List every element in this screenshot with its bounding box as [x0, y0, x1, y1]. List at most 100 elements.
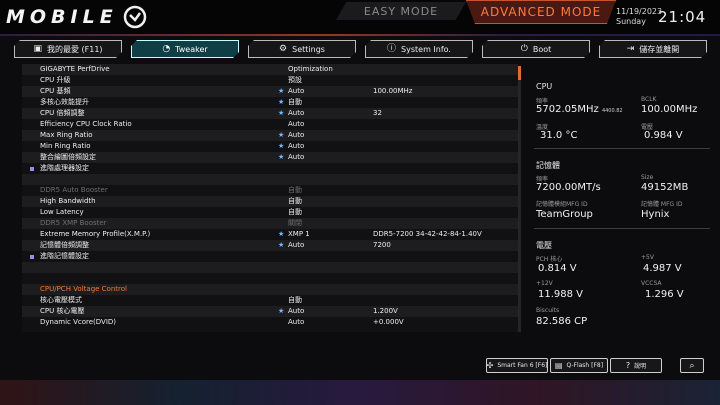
setting-label: 整合繪圖倍頻設定: [40, 153, 96, 161]
clock: 21:04: [658, 8, 707, 26]
bottom-decoration: [0, 380, 720, 405]
memory-freq-value: 7200.00MT/s: [536, 182, 601, 193]
setting-value: 自動: [288, 98, 302, 106]
star-icon: ★: [278, 153, 285, 161]
tab-save-exit[interactable]: ⇥ 儲存並離開: [599, 40, 707, 58]
easy-mode-button[interactable]: EASY MODE: [336, 2, 466, 20]
tab-label: Tweaker: [175, 44, 208, 54]
setting-label: CPU 升級: [40, 76, 71, 84]
setting-value: XMP 1: [288, 230, 310, 238]
setting-row-cpu-upgrade[interactable]: CPU 升級 預設: [22, 75, 518, 86]
section-title: CPU/PCH Voltage Control: [40, 285, 127, 293]
setting-label: Dynamic Vcore(DVID): [40, 318, 117, 326]
smart-fan-button[interactable]: ✣ Smart Fan 6 [F6]: [486, 358, 548, 373]
setting-row-high-bandwidth[interactable]: High Bandwidth 自動: [22, 196, 518, 207]
setting-value: Auto: [288, 307, 305, 315]
star-icon: ★: [278, 142, 285, 150]
exit-icon: ⇥: [626, 43, 635, 54]
setting-current: 1.200V: [373, 307, 398, 315]
setting-row-xmp[interactable]: Extreme Memory Profile(X.M.P.) ★ XMP 1 D…: [22, 229, 518, 240]
plus12v-label: +12V: [536, 280, 553, 287]
main-tabs: ▣ 我的最愛 (F11) ◔ Tweaker ⚙ Settings ⓘ Syst…: [14, 40, 710, 58]
star-icon: ★: [278, 98, 285, 106]
tab-tweaker[interactable]: ◔ Tweaker: [131, 40, 239, 58]
setting-current: 7200: [373, 241, 391, 249]
setting-row-igpu-ratio[interactable]: 整合繪圖倍頻設定 ★ Auto: [22, 152, 518, 163]
tab-settings[interactable]: ⚙ Settings: [248, 40, 356, 58]
setting-current: DDR5-7200 34-42-42-84-1.40V: [373, 230, 482, 238]
top-bar: MOBILE EASY MODE ADVANCED MODE 11/19/202…: [0, 0, 720, 36]
setting-row-perfdrive[interactable]: GIGABYTE PerfDrive Optimization: [22, 64, 518, 75]
setting-label: Min Ring Ratio: [40, 142, 91, 150]
setting-row-dynamic-vcore[interactable]: Dynamic Vcore(DVID) Auto +0.000V: [22, 317, 518, 328]
setting-label: 多核心效能提升: [40, 98, 89, 106]
setting-current: 32: [373, 109, 382, 117]
setting-label: High Bandwidth: [40, 197, 96, 205]
info-divider: [534, 228, 710, 229]
biscuits-value: 82.586 CP: [536, 316, 588, 327]
submenu-advanced-memory[interactable]: 進階記憶體設定: [22, 251, 518, 262]
setting-row-cpu-vcore[interactable]: CPU 核心電壓 ★ Auto 1.200V: [22, 306, 518, 317]
tab-label: 我的最愛 (F11): [46, 44, 103, 54]
setting-row-cpu-ratio[interactable]: CPU 倍頻調整 ★ Auto 32: [22, 108, 518, 119]
cpu-voltage-value: 0.984 V: [644, 130, 683, 141]
setting-row-memory-ratio[interactable]: 記憶體倍頻調整 ★ Auto 7200: [22, 240, 518, 251]
submenu-advanced-cpu[interactable]: 進階處理器設定: [22, 163, 518, 174]
setting-row-blank: [22, 273, 518, 284]
advanced-mode-button[interactable]: ADVANCED MODE: [466, 0, 616, 24]
submenu-bullet-icon: [30, 167, 34, 171]
memory-section-title: 記憶體: [536, 161, 560, 170]
setting-label: 進階記憶體設定: [40, 252, 89, 260]
header-divider: [0, 34, 720, 36]
cpu-section-title: CPU: [536, 82, 553, 91]
flash-icon: ▤: [554, 361, 563, 370]
setting-row-max-ring[interactable]: Max Ring Ratio ★ Auto: [22, 130, 518, 141]
search-icon: ⌕: [689, 360, 695, 371]
tab-system-info[interactable]: ⓘ System Info.: [365, 40, 473, 58]
setting-row-efficiency-clock[interactable]: Efficiency CPU Clock Ratio Auto: [22, 119, 518, 130]
setting-label: CPU 基頻: [40, 87, 71, 95]
bclk-label: BCLK: [641, 96, 657, 103]
setting-value: 自動: [288, 208, 302, 216]
setting-row-vcore-mode[interactable]: 核心電壓模式 自動: [22, 295, 518, 306]
setting-row-low-latency[interactable]: Low Latency 自動: [22, 207, 518, 218]
help-button[interactable]: ? 說明: [610, 358, 662, 373]
setting-row-multicore-enhancement[interactable]: 多核心效能提升 ★ 自動: [22, 97, 518, 108]
star-icon: ★: [278, 241, 285, 249]
setting-value: 預設: [288, 76, 302, 84]
logo-mark-icon: [123, 5, 146, 29]
plus5v-label: +5V: [641, 254, 654, 261]
star-icon: ★: [278, 109, 285, 117]
settings-panel: GIGABYTE PerfDrive Optimization CPU 升級 預…: [22, 64, 518, 332]
search-button[interactable]: ⌕: [680, 358, 704, 373]
memory-size-label: Size: [641, 174, 654, 181]
setting-label: Efficiency CPU Clock Ratio: [40, 120, 132, 128]
tab-boot[interactable]: ⏻ Boot: [482, 40, 590, 58]
qflash-button[interactable]: ▤ Q-Flash [F8]: [550, 358, 608, 373]
tab-favorites[interactable]: ▣ 我的最愛 (F11): [14, 40, 122, 58]
star-icon: ★: [278, 87, 285, 95]
date-text: 11/19/2023: [616, 7, 663, 16]
setting-label: Extreme Memory Profile(X.M.P.): [40, 230, 151, 238]
pch-core-label: PCH 核心: [536, 256, 563, 263]
setting-current: 100.00MHz: [373, 87, 413, 95]
settings-scrollbar-thumb[interactable]: [518, 66, 521, 80]
setting-label: Low Latency: [40, 208, 84, 216]
setting-row-min-ring[interactable]: Min Ring Ratio ★ Auto: [22, 141, 518, 152]
setting-label: CPU 核心電壓: [40, 307, 85, 315]
voltage-section-title: 電壓: [536, 241, 552, 250]
setting-value: Optimization: [288, 65, 333, 73]
date-display: 11/19/2023 Sunday: [616, 7, 662, 27]
setting-row-cpu-base-clock[interactable]: CPU 基頻 ★ Auto 100.00MHz: [22, 86, 518, 97]
star-icon: ★: [278, 230, 285, 238]
setting-label: 進階處理器設定: [40, 164, 89, 172]
tab-label: Settings: [292, 44, 325, 54]
setting-value: Auto: [288, 109, 305, 117]
bclk-value: 100.00MHz: [641, 104, 698, 115]
vccsa-label: VCCSA: [641, 280, 662, 287]
setting-label: DDR5 Auto Booster: [40, 186, 108, 194]
tab-label: 儲存並離開: [639, 44, 680, 54]
settings-scrollbar-track[interactable]: [518, 66, 521, 332]
power-icon: ⏻: [520, 43, 528, 54]
help-icon: ?: [625, 361, 631, 370]
